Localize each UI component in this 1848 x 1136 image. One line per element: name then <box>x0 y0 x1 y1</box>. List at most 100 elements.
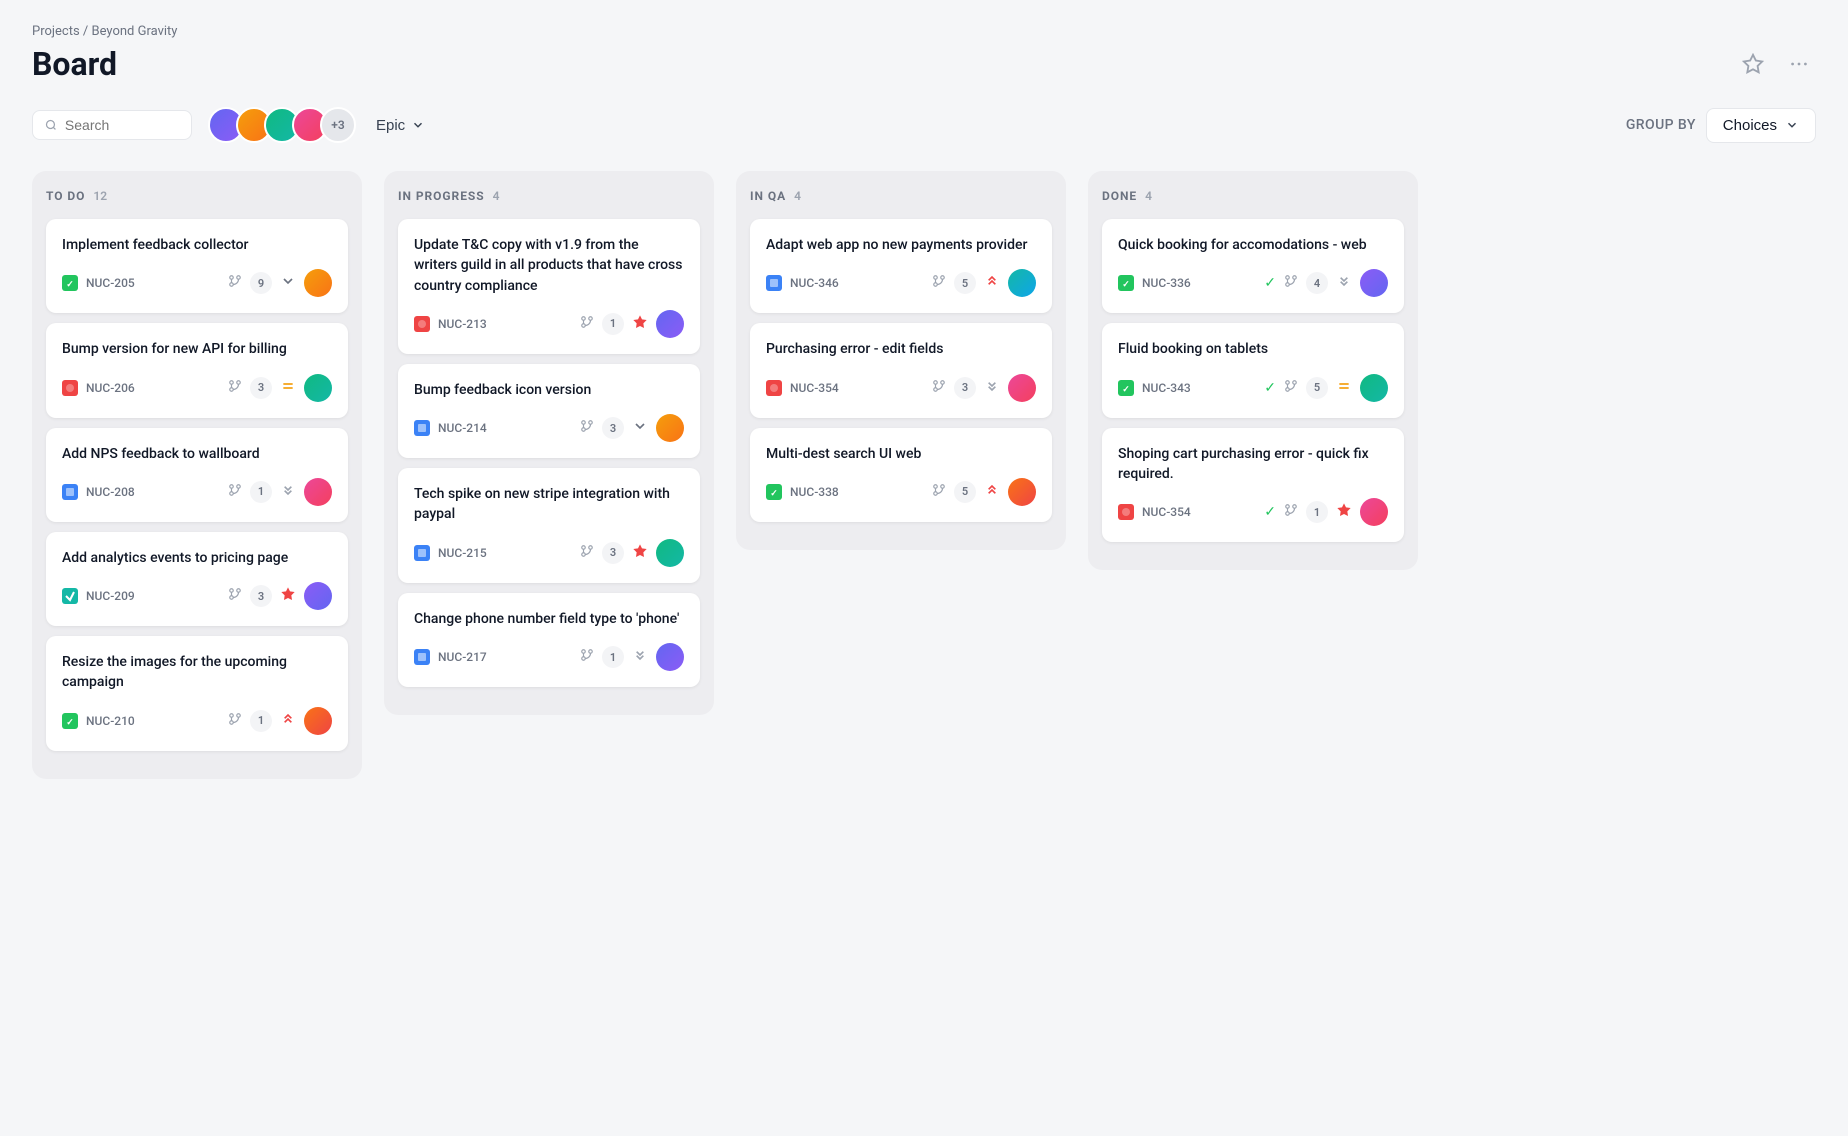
ticket-type-icon: ✓ <box>62 275 78 291</box>
branch-icon <box>580 419 594 437</box>
priority-icon <box>984 273 1000 293</box>
column-header-inqa: IN QA 4 <box>750 189 1052 203</box>
priority-icon <box>280 482 296 502</box>
ticket-type-icon <box>766 380 782 396</box>
search-input[interactable] <box>65 117 179 133</box>
ticket-id: NUC-206 <box>86 381 135 395</box>
task-card[interactable]: Add analytics events to pricing page NUC… <box>46 532 348 626</box>
count-badge: 3 <box>250 377 272 399</box>
task-card[interactable]: Change phone number field type to 'phone… <box>398 593 700 687</box>
count-badge: 1 <box>250 710 272 732</box>
priority-icon <box>280 711 296 731</box>
ticket-id: NUC-213 <box>438 317 487 331</box>
assignee-avatar <box>656 643 684 671</box>
assignee-avatar <box>304 582 332 610</box>
count-badge: 1 <box>1306 501 1328 523</box>
task-card[interactable]: Tech spike on new stripe integration wit… <box>398 468 700 583</box>
card-footer: NUC-214 3 <box>414 414 684 442</box>
column-title: DONE <box>1102 189 1137 203</box>
ticket-id: NUC-208 <box>86 485 135 499</box>
task-card[interactable]: Resize the images for the upcoming campa… <box>46 636 348 751</box>
count-badge: 1 <box>602 313 624 335</box>
task-card[interactable]: Fluid booking on tablets ✓ NUC-343 ✓ 5 <box>1102 323 1404 417</box>
epic-label: Epic <box>376 117 405 134</box>
check-icon: ✓ <box>1264 275 1276 291</box>
task-card[interactable]: Quick booking for accomodations - web ✓ … <box>1102 219 1404 313</box>
column-title: IN PROGRESS <box>398 189 485 203</box>
ticket-id: NUC-217 <box>438 650 487 664</box>
search-box[interactable] <box>32 110 192 140</box>
card-title: Resize the images for the upcoming campa… <box>62 652 332 693</box>
card-title: Fluid booking on tablets <box>1118 339 1388 359</box>
ticket-type-icon: ✓ <box>1118 380 1134 396</box>
epic-filter-button[interactable]: Epic <box>372 111 429 140</box>
column-count: 4 <box>493 189 500 203</box>
column-count: 12 <box>93 189 107 203</box>
choices-label: Choices <box>1723 117 1777 134</box>
ticket-type-icon <box>414 316 430 332</box>
column-count: 4 <box>794 189 801 203</box>
ticket-id: NUC-338 <box>790 485 839 499</box>
card-title: Adapt web app no new payments provider <box>766 235 1036 255</box>
card-footer: NUC-354 3 <box>766 374 1036 402</box>
task-card[interactable]: Bump version for new API for billing NUC… <box>46 323 348 417</box>
branch-icon <box>228 274 242 292</box>
task-card[interactable]: Bump feedback icon version NUC-214 3 <box>398 364 700 458</box>
count-badge: 1 <box>602 646 624 668</box>
ticket-id: NUC-215 <box>438 546 487 560</box>
card-title: Purchasing error - edit fields <box>766 339 1036 359</box>
avatar-more[interactable]: +3 <box>320 107 356 143</box>
ticket-id: NUC-346 <box>790 276 839 290</box>
task-card[interactable]: Add NPS feedback to wallboard NUC-208 1 <box>46 428 348 522</box>
branch-icon <box>580 544 594 562</box>
card-footer: NUC-346 5 <box>766 269 1036 297</box>
choices-dropdown[interactable]: Choices <box>1706 108 1816 143</box>
task-card[interactable]: Purchasing error - edit fields NUC-354 3 <box>750 323 1052 417</box>
task-card[interactable]: Update T&C copy with v1.9 from the write… <box>398 219 700 354</box>
card-title: Implement feedback collector <box>62 235 332 255</box>
ticket-id: NUC-336 <box>1142 276 1191 290</box>
assignee-avatar <box>1360 269 1388 297</box>
card-title: Add analytics events to pricing page <box>62 548 332 568</box>
svg-text:✓: ✓ <box>1122 280 1130 290</box>
task-card[interactable]: Implement feedback collector ✓ NUC-205 9 <box>46 219 348 313</box>
column-inprogress: IN PROGRESS 4 Update T&C copy with v1.9 … <box>384 171 714 715</box>
priority-icon <box>1336 273 1352 293</box>
task-card[interactable]: Adapt web app no new payments provider N… <box>750 219 1052 313</box>
toolbar-left: +3 Epic <box>32 107 429 143</box>
more-options-button[interactable] <box>1782 47 1816 81</box>
priority-icon <box>1336 502 1352 522</box>
count-badge: 3 <box>602 417 624 439</box>
assignee-avatar <box>304 374 332 402</box>
card-title: Shoping cart purchasing error - quick fi… <box>1118 444 1388 485</box>
toolbar-right: GROUP BY Choices <box>1626 108 1816 143</box>
column-header-inprogress: IN PROGRESS 4 <box>398 189 700 203</box>
column-count: 4 <box>1145 189 1152 203</box>
card-footer: ✓ NUC-205 9 <box>62 269 332 297</box>
priority-icon <box>632 418 648 438</box>
assignee-avatar <box>1008 478 1036 506</box>
branch-icon <box>932 483 946 501</box>
task-card[interactable]: Shoping cart purchasing error - quick fi… <box>1102 428 1404 543</box>
priority-icon <box>280 378 296 398</box>
assignee-avatar <box>304 478 332 506</box>
branch-icon <box>228 483 242 501</box>
assignee-avatar <box>656 310 684 338</box>
ticket-type-icon <box>414 649 430 665</box>
ticket-type-icon <box>414 420 430 436</box>
star-button[interactable] <box>1736 47 1770 81</box>
column-inqa: IN QA 4 Adapt web app no new payments pr… <box>736 171 1066 550</box>
priority-icon <box>984 482 1000 502</box>
ticket-type-icon: ✓ <box>62 713 78 729</box>
ticket-id: NUC-354 <box>1142 505 1191 519</box>
card-title: Tech spike on new stripe integration wit… <box>414 484 684 525</box>
branch-icon <box>228 587 242 605</box>
task-card[interactable]: Multi-dest search UI web ✓ NUC-338 5 <box>750 428 1052 522</box>
ticket-id: NUC-214 <box>438 421 487 435</box>
card-footer: ✓ NUC-210 1 <box>62 707 332 735</box>
card-footer: NUC-209 3 <box>62 582 332 610</box>
svg-text:✓: ✓ <box>1122 385 1130 395</box>
ticket-id: NUC-343 <box>1142 381 1191 395</box>
column-title: TO DO <box>46 189 85 203</box>
branch-icon <box>1284 274 1298 292</box>
